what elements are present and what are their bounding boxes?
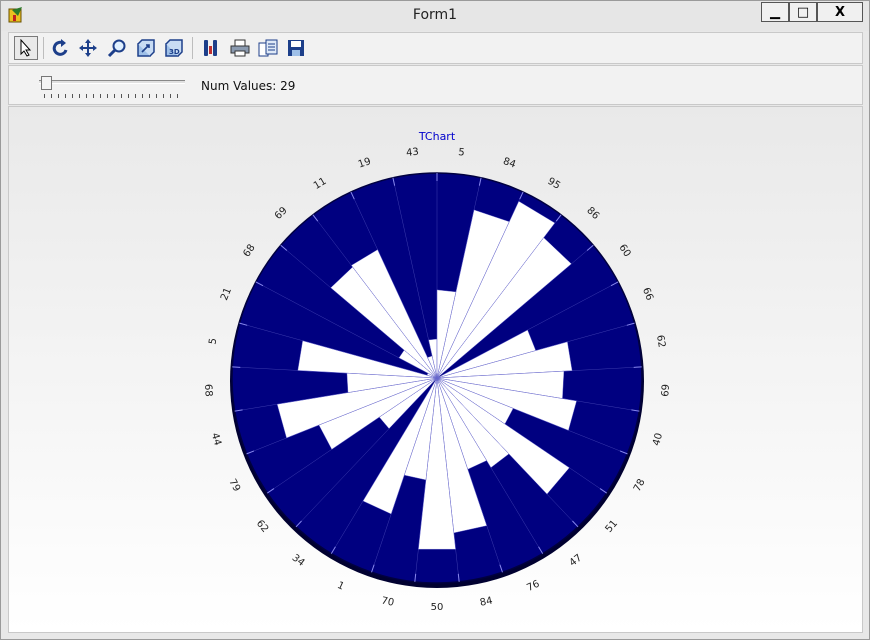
- angle-label: 69: [273, 205, 290, 222]
- print-button[interactable]: [228, 36, 252, 60]
- maximize-button[interactable]: □: [789, 2, 817, 22]
- rotate-button[interactable]: [49, 36, 73, 60]
- angle-label: 62: [254, 518, 271, 535]
- angle-label: 84: [479, 595, 494, 608]
- rotate-icon: [52, 39, 68, 56]
- zoom-button[interactable]: [105, 36, 129, 60]
- angle-label: 70: [380, 595, 395, 608]
- title-bar[interactable]: Form1 ▁ □ X: [1, 1, 869, 31]
- angle-label: 50: [431, 602, 444, 613]
- angle-label: 21: [219, 286, 234, 302]
- chart-panel[interactable]: TChart 5 84 95 86 60 66 62 69 40 78 51 47 76 84 50 70 1 3…: [8, 106, 863, 633]
- save-button[interactable]: [284, 36, 308, 60]
- 3d-button[interactable]: 3D: [162, 36, 186, 60]
- pointer-icon: [20, 39, 32, 57]
- slider-track: [39, 80, 185, 84]
- copy-icon: [258, 39, 278, 57]
- depth-button[interactable]: [134, 36, 158, 60]
- 3d-icon: 3D: [165, 39, 183, 57]
- angle-label: 19: [357, 156, 373, 170]
- move-icon: [79, 39, 97, 57]
- close-button[interactable]: X: [817, 2, 863, 22]
- num-values-slider[interactable]: [39, 74, 189, 102]
- angle-label: 68: [202, 384, 214, 397]
- pointer-button[interactable]: [14, 36, 38, 60]
- num-values-label: Num Values: 29: [201, 79, 296, 93]
- angle-label: 79: [226, 477, 242, 493]
- angle-label: 84: [502, 156, 518, 170]
- angle-label: 95: [545, 176, 562, 192]
- angle-label: 47: [567, 552, 584, 568]
- angle-label: 1: [335, 580, 345, 593]
- toolbar-separator: [192, 37, 193, 59]
- slider-thumb[interactable]: [41, 76, 52, 90]
- polar-chart[interactable]: TChart 5 84 95 86 60 66 62 69 40 78 51 47 76 84 50 70 1 3…: [9, 107, 864, 634]
- angle-label: 66: [640, 286, 655, 302]
- app-window: Form1 ▁ □ X 3D Num Values: 29 TChart 5 8…: [0, 0, 870, 640]
- slider-ticks: [44, 94, 184, 98]
- move-button[interactable]: [76, 36, 100, 60]
- print-icon: [230, 39, 250, 57]
- angle-label: 5: [458, 147, 466, 159]
- toolbar-separator: [43, 37, 44, 59]
- angle-label: 78: [632, 477, 648, 493]
- window-title: Form1: [412, 7, 458, 23]
- control-bar: Num Values: 29: [8, 65, 863, 105]
- angle-label: 62: [654, 334, 667, 348]
- angle-label: 76: [525, 579, 541, 594]
- angle-label: 68: [241, 243, 257, 260]
- angle-label: 11: [312, 176, 329, 192]
- angle-label: 86: [584, 205, 601, 222]
- angle-label: 60: [616, 243, 632, 260]
- svg-text:3D: 3D: [169, 48, 180, 56]
- angle-label: 69: [660, 384, 672, 397]
- minimize-button[interactable]: ▁: [761, 2, 789, 22]
- angle-label: 43: [406, 147, 420, 159]
- angle-label: 34: [290, 552, 307, 568]
- angle-label: 40: [651, 432, 665, 447]
- zoom-icon: [107, 39, 126, 58]
- copy-button[interactable]: [256, 36, 280, 60]
- chart-toolbar: 3D: [8, 32, 863, 64]
- save-icon: [288, 40, 304, 56]
- angle-label: 44: [209, 432, 223, 447]
- angle-label: 51: [604, 518, 621, 535]
- edit-button[interactable]: [199, 36, 223, 60]
- chart-title: TChart: [418, 130, 456, 143]
- depth-icon: [137, 39, 155, 57]
- edit-icon: [204, 40, 217, 56]
- angle-label: 5: [208, 337, 220, 345]
